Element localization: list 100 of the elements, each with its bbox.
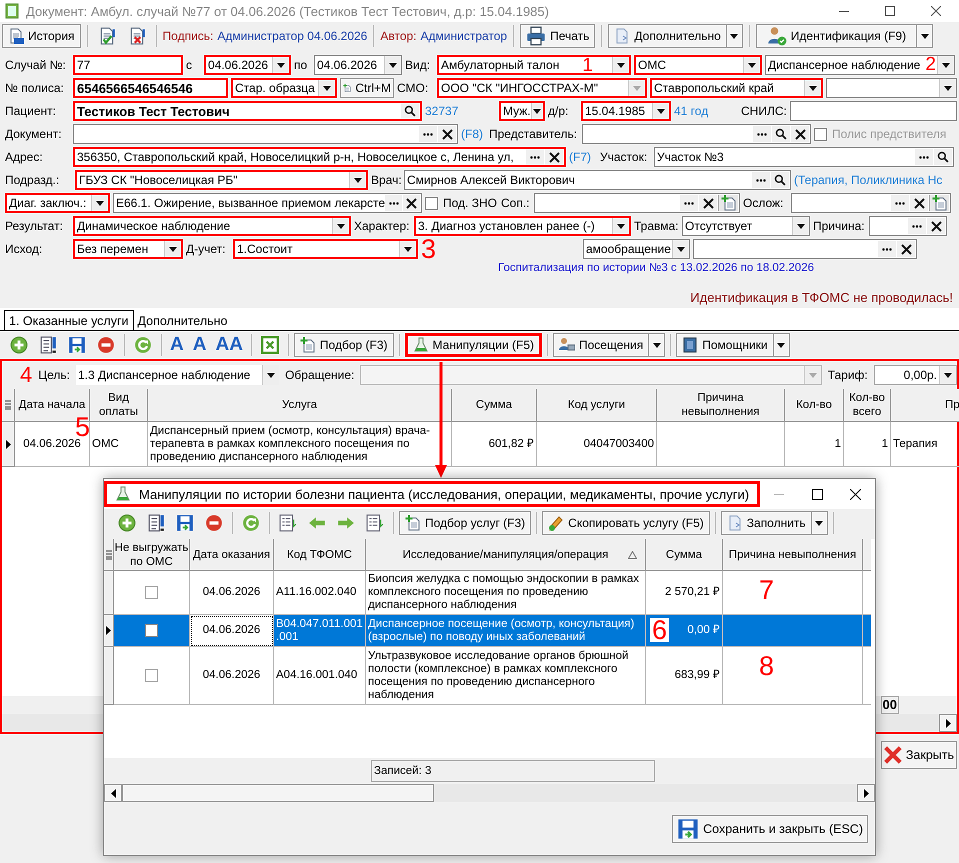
checkbox[interactable]: Под. ЗНО bbox=[425, 196, 498, 210]
dropdown[interactable]: Диспансерное наблюдение 2 bbox=[765, 55, 955, 75]
input-field[interactable]: Смирнов Алексей Викторович bbox=[404, 170, 791, 190]
clear-button[interactable] bbox=[545, 149, 563, 165]
link[interactable]: (Терапия, Поликлиника Нс bbox=[794, 173, 952, 187]
input-field[interactable] bbox=[791, 193, 951, 213]
toolbar-button[interactable]: Скопировать услугу (F5) bbox=[542, 511, 710, 535]
toolbar-button[interactable]: Посещения bbox=[553, 333, 650, 357]
search-button[interactable] bbox=[401, 103, 419, 119]
dropdown[interactable]: Ставропольский край bbox=[650, 78, 823, 98]
dropdown[interactable]: ГБУЗ СК "Новоселицкая РБ" bbox=[75, 170, 368, 190]
dropdown-button[interactable] bbox=[917, 24, 934, 48]
column-header[interactable]: Исследование/манипуляция/операция bbox=[366, 539, 646, 571]
input-field[interactable]: 356350, Ставропольский край, Новоселицкий р-н, Новоселицкое с, Ленина ул, bbox=[73, 147, 566, 167]
more-button[interactable] bbox=[680, 195, 698, 211]
input-field[interactable]: 77 bbox=[73, 55, 183, 75]
search-button[interactable] bbox=[771, 172, 789, 188]
column-header[interactable]: Код ТФОМС bbox=[274, 539, 366, 571]
horizontal-scrollbar[interactable] bbox=[104, 784, 875, 802]
column-header[interactable]: Услуга bbox=[148, 389, 452, 422]
toolbar-button[interactable]: Манипуляции (F5) bbox=[404, 333, 542, 357]
column-header[interactable]: Кол-во всего bbox=[844, 389, 891, 422]
dropdown[interactable]: Стар. образца bbox=[231, 78, 337, 98]
input-field[interactable] bbox=[534, 193, 740, 213]
more-button[interactable] bbox=[752, 172, 770, 188]
column-header[interactable]: Не выгружать по ОМС bbox=[114, 539, 190, 571]
clear-button[interactable] bbox=[403, 195, 420, 211]
add-button[interactable] bbox=[929, 195, 949, 211]
input-field[interactable] bbox=[693, 239, 917, 259]
font-size-button[interactable]: A bbox=[190, 334, 210, 356]
tab[interactable]: Дополнительно bbox=[134, 312, 232, 330]
dropdown[interactable] bbox=[826, 78, 957, 98]
toolbar-button[interactable]: Подбор (F3) bbox=[294, 333, 394, 357]
more-button[interactable] bbox=[526, 149, 544, 165]
close-window-button[interactable]: Закрыть bbox=[881, 741, 957, 769]
more-button[interactable] bbox=[908, 218, 926, 234]
column-header[interactable]: Код услуги bbox=[537, 389, 657, 422]
input-field[interactable]: E66.1. Ожирение, вызванное приемом лекарсте bbox=[113, 193, 422, 213]
shortcut-button[interactable]: Ctrl+M bbox=[340, 78, 394, 98]
column-options-icon[interactable] bbox=[5, 400, 11, 410]
link[interactable]: (F8) bbox=[461, 127, 486, 141]
dropdown[interactable]: 04.06.2026 bbox=[204, 55, 291, 75]
toolbar-button[interactable]: Помощники bbox=[676, 333, 774, 357]
dropdown[interactable]: Без перемен bbox=[73, 239, 183, 259]
column-header[interactable]: Кол-во bbox=[785, 389, 844, 422]
font-size-button[interactable]: AA bbox=[212, 334, 246, 356]
checkbox[interactable] bbox=[145, 624, 158, 637]
save-and-close-button[interactable]: Сохранить и закрыть (ESC) bbox=[672, 814, 868, 842]
dropdown[interactable]: 04.06.2026 bbox=[314, 55, 402, 75]
column-header[interactable]: Причина невыполнения bbox=[723, 539, 863, 571]
dropdown[interactable]: Отсутствует bbox=[682, 216, 810, 236]
more-button[interactable] bbox=[419, 126, 437, 142]
column-options-icon[interactable] bbox=[106, 550, 112, 560]
input-field[interactable] bbox=[582, 124, 811, 144]
input-field[interactable] bbox=[790, 101, 957, 121]
dropdown[interactable]: ОМС bbox=[634, 55, 762, 75]
font-size-button[interactable]: A bbox=[167, 334, 187, 356]
checkbox[interactable] bbox=[145, 586, 158, 599]
dropdown[interactable]: Диаг. заключ.: bbox=[5, 193, 110, 213]
search-button[interactable] bbox=[934, 149, 952, 165]
row-header-cell[interactable] bbox=[2, 422, 15, 467]
dropdown[interactable]: 0,00р. bbox=[874, 365, 958, 385]
add-button[interactable] bbox=[718, 195, 738, 211]
dropdown[interactable]: 3. Диагноз установлен ранее (-) bbox=[414, 216, 631, 236]
dropdown[interactable]: Амбулаторный талон 1 bbox=[437, 55, 631, 75]
clear-button[interactable] bbox=[438, 126, 456, 142]
more-button[interactable] bbox=[753, 126, 771, 142]
link[interactable]: 32737 bbox=[425, 104, 496, 118]
dropdown[interactable]: 1.3 Диспансерное наблюдение bbox=[76, 365, 280, 385]
more-button[interactable] bbox=[878, 241, 896, 257]
clear-button[interactable] bbox=[699, 195, 717, 211]
more-options-button[interactable]: Дополнительно bbox=[608, 24, 727, 48]
input-field[interactable]: 6546566546546546 bbox=[73, 78, 228, 98]
dropdown[interactable]: 15.04.1985 bbox=[581, 101, 671, 121]
dropdown[interactable]: 1.Состоит bbox=[233, 239, 418, 259]
input-field[interactable]: Тестиков Тест Тестович bbox=[73, 101, 422, 121]
column-header[interactable]: Сумма bbox=[452, 389, 537, 422]
input-field[interactable]: Участок №3 bbox=[654, 147, 954, 167]
hospitalization-note[interactable]: Госпитализация по истории №3 с 13.02.2026 по 18.02.2026 bbox=[498, 262, 814, 274]
toolbar-button[interactable]: Заполнить bbox=[720, 511, 812, 535]
search-button[interactable] bbox=[772, 126, 790, 142]
more-button[interactable] bbox=[385, 195, 402, 211]
clear-button[interactable] bbox=[791, 126, 809, 142]
dropdown[interactable]: амообращение bbox=[583, 239, 690, 259]
dropdown-button[interactable] bbox=[649, 333, 666, 357]
column-header[interactable]: Причина невыполнения bbox=[657, 389, 785, 422]
row-header-cell[interactable] bbox=[104, 647, 114, 705]
scrollbar-thumb[interactable] bbox=[122, 784, 434, 802]
identification-button[interactable]: Идентификация (F9) bbox=[756, 24, 918, 48]
column-header[interactable]: Пр bbox=[891, 389, 959, 422]
input-field[interactable] bbox=[73, 124, 458, 144]
row-header-cell[interactable] bbox=[104, 615, 114, 647]
link[interactable]: (F7) bbox=[569, 150, 597, 164]
dropdown-button[interactable] bbox=[726, 24, 743, 48]
clear-button[interactable] bbox=[910, 195, 928, 211]
clear-button[interactable] bbox=[897, 241, 915, 257]
checkbox[interactable] bbox=[145, 669, 158, 682]
history-button[interactable]: История bbox=[2, 24, 81, 48]
link[interactable]: 41 год bbox=[674, 104, 738, 118]
column-header[interactable]: Дата оказания bbox=[190, 539, 274, 571]
